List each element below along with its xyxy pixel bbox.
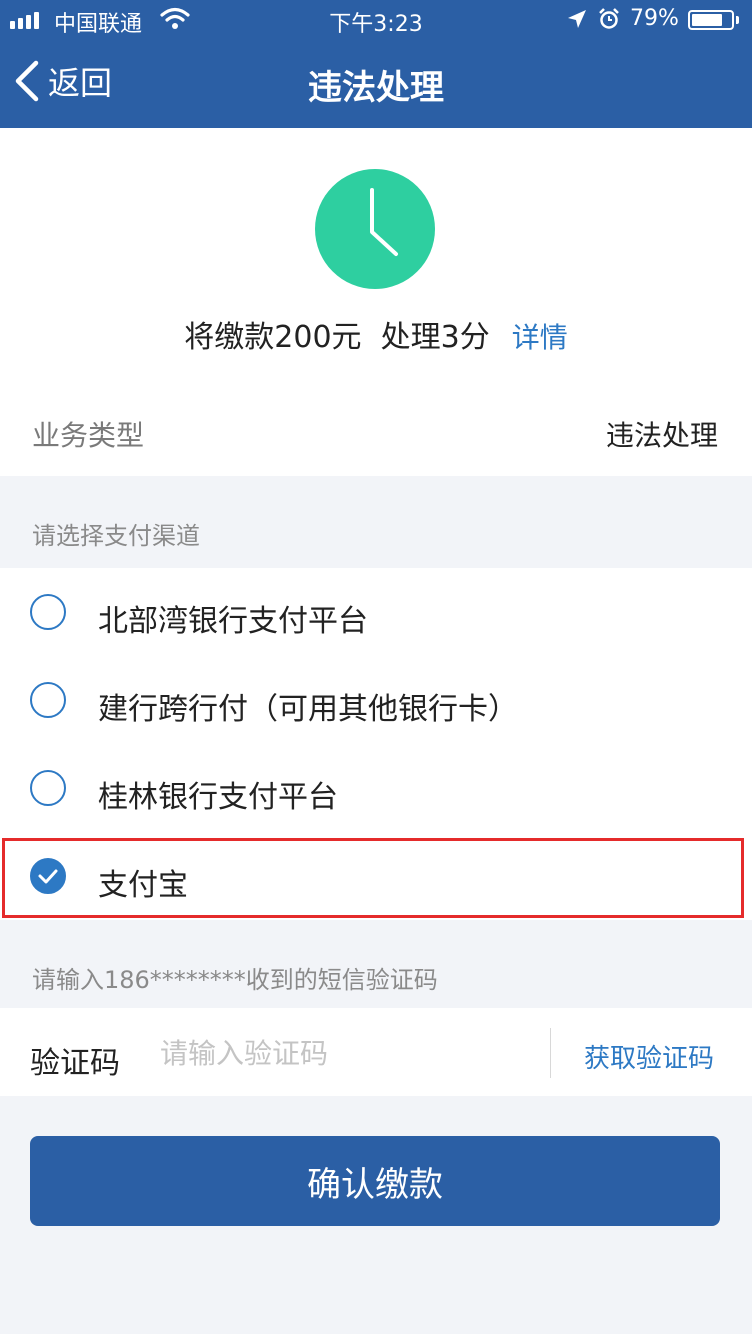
payment-channel-header: 请选择支付渠道 bbox=[32, 522, 200, 550]
amount-text: 将缴款200元 处理3分 bbox=[184, 320, 490, 355]
payment-option-beibuwan[interactable]: 北部湾银行支付平台 bbox=[0, 568, 752, 656]
verification-code-label: 验证码 bbox=[30, 1046, 120, 1081]
verification-code-row: 验证码 获取验证码 bbox=[0, 1008, 752, 1096]
payment-option-ccb[interactable]: 建行跨行付（可用其他银行卡） bbox=[0, 656, 752, 744]
battery-icon bbox=[688, 10, 734, 30]
battery-percent: 79% bbox=[630, 6, 679, 31]
sms-hint: 请输入186********收到的短信验证码 bbox=[32, 966, 438, 994]
battery-level bbox=[692, 14, 722, 26]
payment-option-label: 支付宝 bbox=[98, 868, 188, 903]
payment-method-list: 北部湾银行支付平台 建行跨行付（可用其他银行卡） 桂林银行支付平台 支付宝 bbox=[0, 568, 752, 920]
check-icon bbox=[38, 869, 58, 884]
clock-icon bbox=[315, 169, 435, 289]
page-title: 违法处理 bbox=[308, 68, 444, 108]
payment-option-label: 建行跨行付（可用其他银行卡） bbox=[98, 692, 518, 727]
alarm-icon bbox=[599, 8, 619, 29]
status-bar: 中国联通 下午3:23 79% bbox=[0, 0, 752, 40]
confirm-payment-button[interactable]: 确认缴款 bbox=[30, 1136, 720, 1226]
location-icon bbox=[568, 10, 586, 28]
payment-option-label: 北部湾银行支付平台 bbox=[98, 604, 368, 639]
verification-code-input[interactable] bbox=[158, 1026, 542, 1080]
radio-checked-icon[interactable] bbox=[30, 858, 66, 894]
radio-icon[interactable] bbox=[30, 682, 66, 718]
divider bbox=[550, 1028, 551, 1078]
payment-option-alipay[interactable]: 支付宝 bbox=[0, 832, 752, 920]
payment-option-guilin-bank[interactable]: 桂林银行支付平台 bbox=[0, 744, 752, 832]
top-bar: 中国联通 下午3:23 79% 返回 违法处理 bbox=[0, 0, 752, 128]
radio-icon[interactable] bbox=[30, 594, 66, 630]
details-link[interactable]: 详情 bbox=[512, 316, 568, 356]
business-type-row: 业务类型 违法处理 bbox=[0, 386, 752, 476]
radio-icon[interactable] bbox=[30, 770, 66, 806]
payment-summary: 将缴款200元 处理3分 详情 bbox=[0, 128, 752, 386]
battery-nub bbox=[736, 16, 739, 24]
business-type-value: 违法处理 bbox=[605, 419, 718, 452]
payment-option-label: 桂林银行支付平台 bbox=[98, 780, 338, 815]
amount-row: 将缴款200元 处理3分 详情 bbox=[0, 312, 752, 356]
business-type-label: 业务类型 bbox=[32, 419, 145, 452]
get-code-button[interactable]: 获取验证码 bbox=[584, 1038, 714, 1075]
